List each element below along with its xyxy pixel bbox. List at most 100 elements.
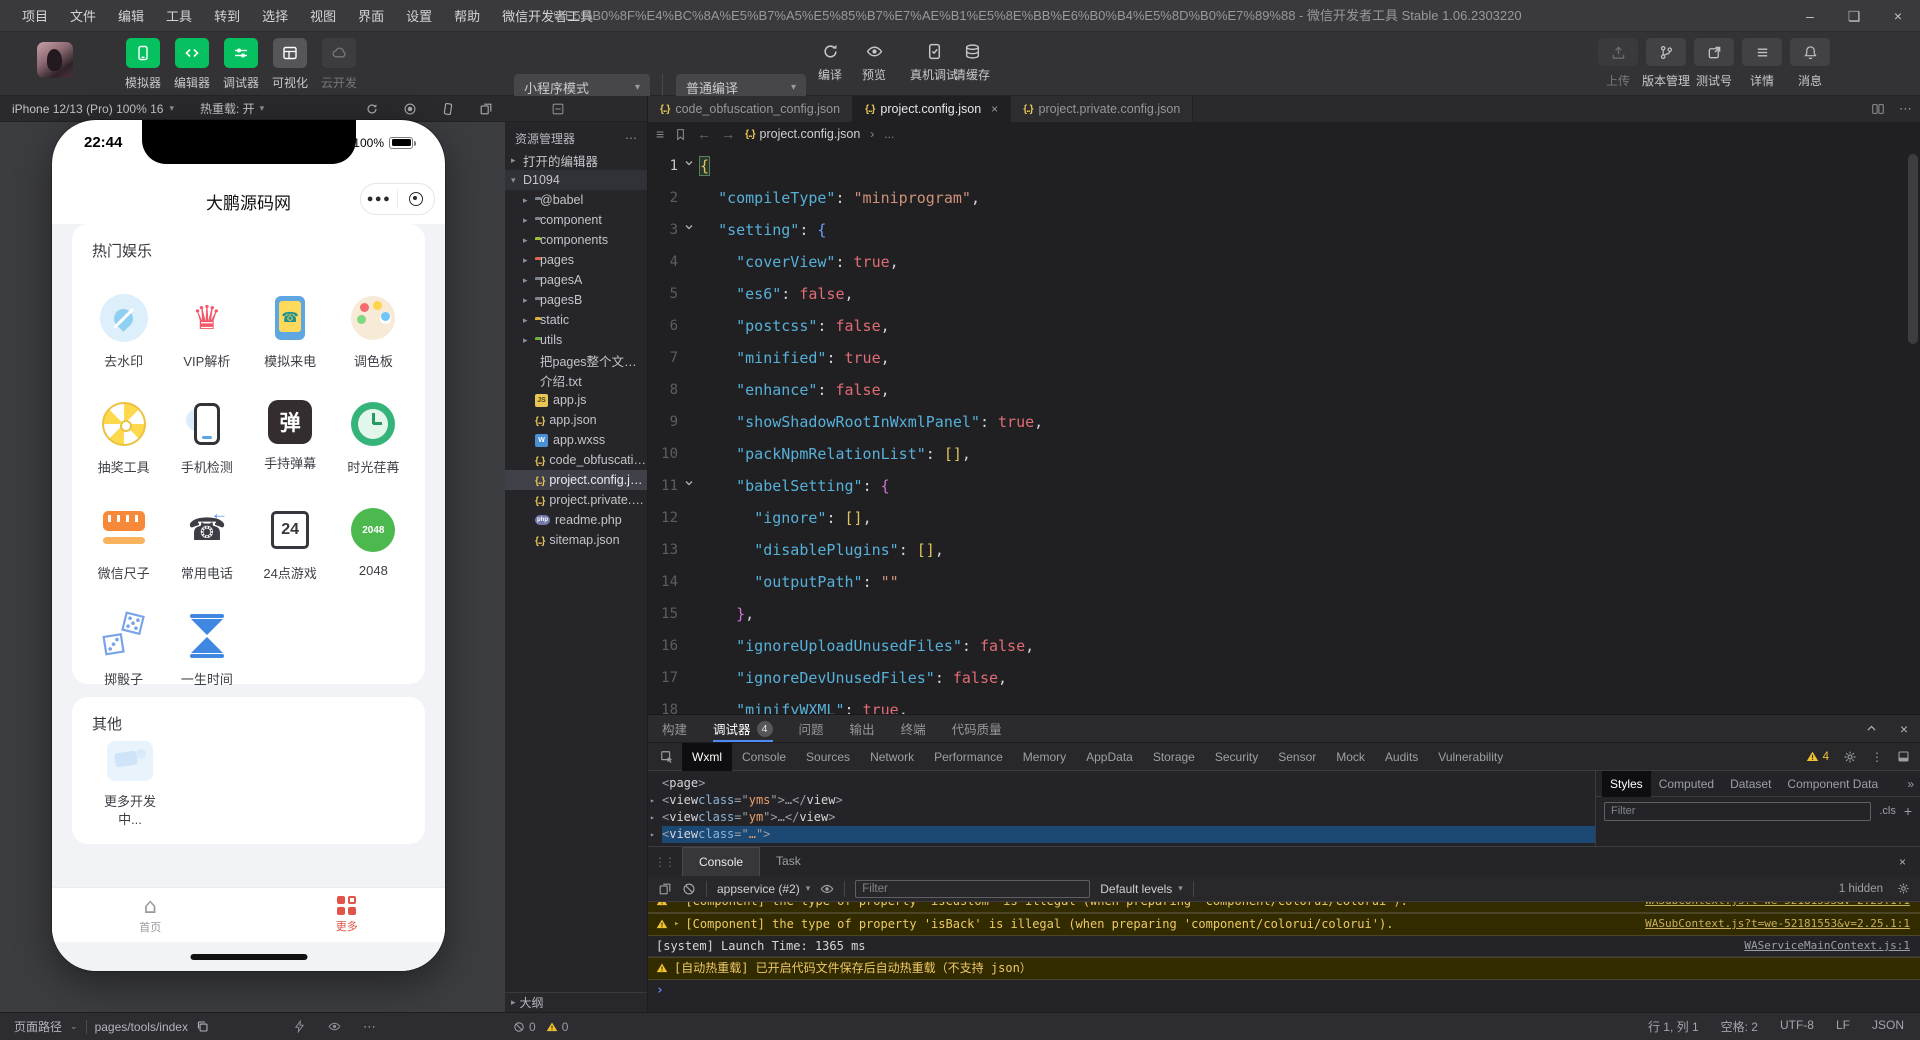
cursor-position[interactable]: 行 1, 列 1: [1648, 1018, 1699, 1035]
app-grid-item[interactable]: 调色板: [332, 294, 415, 370]
panel-tab-构建[interactable]: 构建: [662, 715, 687, 742]
console-filter-input[interactable]: [855, 879, 1091, 898]
panel-tab-代码质量[interactable]: 代码质量: [952, 715, 1002, 742]
wxml-node-2[interactable]: ▸ < view class =" ym ">… </view >: [650, 809, 1595, 826]
expand-icon[interactable]: ▸: [674, 902, 679, 906]
float-icon[interactable]: [479, 102, 493, 116]
cls-button[interactable]: .cls: [1879, 805, 1896, 817]
copy-icon[interactable]: [196, 1020, 209, 1033]
styles-tab-Computed[interactable]: Computed: [1651, 771, 1722, 797]
editor-tab-project.private.config.json[interactable]: {..} project.private.config.json: [1011, 96, 1194, 122]
add-style-button[interactable]: +: [1904, 803, 1912, 819]
close-tab-icon[interactable]: ×: [991, 102, 998, 116]
app-grid-item[interactable]: 更多开发 中...: [95, 737, 165, 829]
mode-button-编辑器[interactable]: 编辑器: [164, 38, 220, 91]
lightning-icon[interactable]: [293, 1020, 306, 1033]
tree-item-component[interactable]: ▸ component: [505, 210, 647, 230]
eye-icon[interactable]: [328, 1020, 341, 1033]
restore-button[interactable]: ❏: [1832, 0, 1876, 32]
mode-button-调试器[interactable]: 调试器: [213, 38, 269, 91]
menu-item-4[interactable]: 转到: [204, 2, 250, 29]
editor-tab-project.config.json[interactable]: {..} project.config.json ×: [853, 96, 1012, 122]
page-path-value[interactable]: pages/tools/index: [95, 1020, 188, 1034]
app-grid-item[interactable]: ♛ VIP解析: [165, 294, 248, 370]
app-grid-item[interactable]: 24 24点游戏: [249, 506, 332, 582]
styles-tab-Dataset[interactable]: Dataset: [1722, 771, 1779, 797]
encoding[interactable]: UTF-8: [1780, 1018, 1814, 1035]
wxml-node-0[interactable]: < page >: [662, 775, 1595, 792]
clear-console-icon[interactable]: [682, 882, 696, 896]
editor-tab-code_obfuscation_config.json[interactable]: {..} code_obfuscation_config.json: [648, 96, 854, 122]
console-tab-Task[interactable]: Task: [760, 847, 817, 876]
file-pages...[interactable]: 把pages整个文件夹导...: [505, 350, 647, 370]
minimize-button[interactable]: –: [1788, 0, 1832, 32]
avatar[interactable]: [37, 42, 73, 78]
panel-tab-输出[interactable]: 输出: [850, 715, 875, 742]
expand-icon[interactable]: ▸: [650, 792, 662, 809]
device-select[interactable]: iPhone 12/13 (Pro) 100% 16 ▾: [12, 102, 174, 116]
dock-icon[interactable]: [1897, 750, 1910, 763]
close-miniprogram-button[interactable]: [398, 192, 434, 206]
page-path-label[interactable]: 页面路径: [14, 1018, 62, 1035]
close-button[interactable]: ×: [1876, 0, 1920, 32]
devtools-tab-Memory[interactable]: Memory: [1013, 743, 1076, 771]
app-grid-item[interactable]: 微信尺子: [82, 506, 165, 582]
menu-item-6[interactable]: 视图: [300, 2, 346, 29]
menu-item-1[interactable]: 文件: [60, 2, 106, 29]
app-grid-item[interactable]: 手机检测: [165, 400, 248, 476]
fold-icon[interactable]: [678, 150, 700, 182]
forward-icon[interactable]: →: [721, 126, 735, 142]
language-mode[interactable]: JSON: [1872, 1018, 1904, 1035]
file-readme.php[interactable]: php readme.php: [505, 510, 647, 530]
gear-icon[interactable]: [1897, 882, 1910, 895]
action-device[interactable]: 真机调试: [910, 40, 958, 83]
app-grid-item[interactable]: 一生时间: [165, 612, 248, 688]
devtools-tab-Storage[interactable]: Storage: [1143, 743, 1205, 771]
devtools-tab-Wxml[interactable]: Wxml: [682, 742, 732, 771]
mode-button-模拟器[interactable]: 模拟器: [115, 38, 171, 91]
context-select[interactable]: appservice (#2) ▾: [717, 882, 810, 896]
wxml-node-1[interactable]: ▸ < view class =" yms ">… </view >: [650, 792, 1595, 809]
outline-icon[interactable]: ≡: [656, 126, 664, 142]
collapse-panel-icon[interactable]: [1865, 722, 1878, 735]
drag-handle-icon[interactable]: ⋮⋮: [654, 855, 676, 869]
log-levels-select[interactable]: Default levels ▾: [1100, 882, 1183, 896]
app-grid-item[interactable]: 2048 2048: [332, 506, 415, 582]
devtools-tab-Sensor[interactable]: Sensor: [1268, 743, 1326, 771]
gear-icon[interactable]: [1843, 750, 1857, 764]
problems-indicator[interactable]: 0 0: [505, 1020, 648, 1034]
collapse-icon[interactable]: [551, 102, 565, 116]
tree-item-[interactable]: ▸ 打开的编辑器: [505, 150, 647, 170]
tree-item-@babel[interactable]: ▸ @babel: [505, 190, 647, 210]
split-editor-icon[interactable]: [1871, 102, 1885, 116]
tree-item-static[interactable]: ▸ static: [505, 310, 647, 330]
restart-icon[interactable]: [365, 102, 379, 116]
file-.txt[interactable]: 介绍.txt: [505, 370, 647, 390]
new-file-icon[interactable]: [515, 102, 529, 116]
indent-setting[interactable]: 空格: 2: [1721, 1018, 1758, 1035]
app-grid-item[interactable]: 去水印: [82, 294, 165, 370]
console-sidebar-icon[interactable]: [658, 882, 672, 896]
tree-item-utils[interactable]: ▸ utils: [505, 330, 647, 350]
styles-tab-Component-Data[interactable]: Component Data: [1779, 771, 1886, 797]
app-grid-item[interactable]: ☎ ← 常用电话: [165, 504, 248, 582]
expand-icon[interactable]: ▸: [650, 826, 662, 843]
menu-item-0[interactable]: 项目: [12, 2, 58, 29]
tree-item-pagesA[interactable]: ▸ pagesA: [505, 270, 647, 290]
menu-item-3[interactable]: 工具: [156, 2, 202, 29]
action-eye[interactable]: 预览: [862, 40, 886, 83]
eye-icon[interactable]: [820, 882, 834, 896]
panel-tab-调试器[interactable]: 调试器 4: [713, 715, 773, 742]
back-icon[interactable]: ←: [697, 126, 711, 142]
source-link[interactable]: WASubContext.js?t=we-52181553&v=2.25.1:1: [1645, 902, 1910, 909]
more-vertical-icon[interactable]: ⋮: [1871, 750, 1883, 764]
file-project.config.json[interactable]: {..} project.config.json: [505, 470, 647, 490]
app-grid-item[interactable]: 弹手持弹幕: [249, 400, 332, 476]
devtools-tab-AppData[interactable]: AppData: [1076, 743, 1143, 771]
breadcrumb-more[interactable]: ...: [884, 127, 894, 141]
tree-item-components[interactable]: ▸ components: [505, 230, 647, 250]
wxml-node-3[interactable]: ▸ < view class ="… ">: [650, 826, 1595, 843]
expand-icon[interactable]: ▸: [650, 809, 662, 826]
devtools-tab-Console[interactable]: Console: [732, 743, 796, 771]
more-icon[interactable]: ⋯: [1899, 101, 1912, 117]
